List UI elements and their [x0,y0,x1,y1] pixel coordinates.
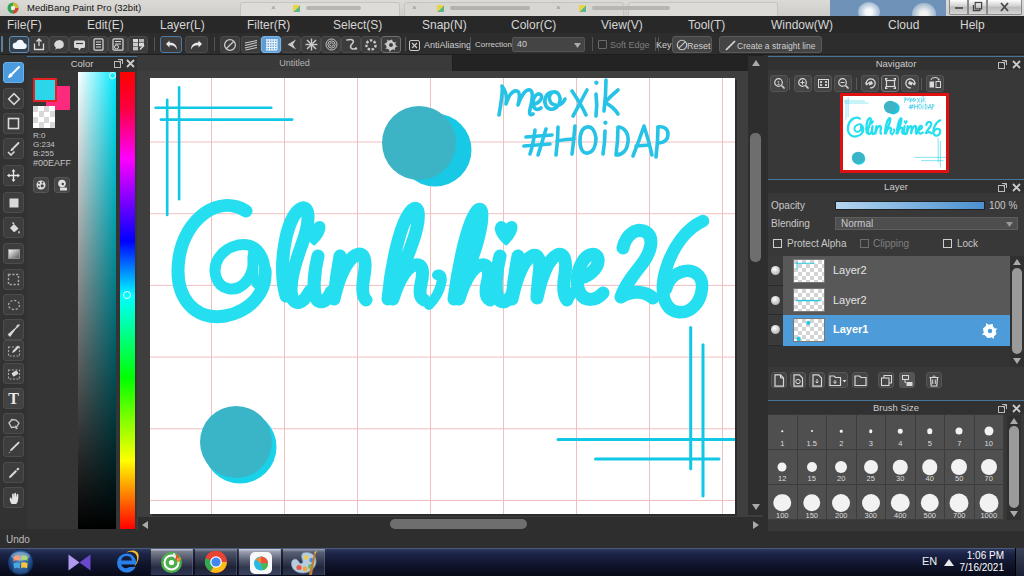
svg-text:1: 1 [776,80,780,86]
